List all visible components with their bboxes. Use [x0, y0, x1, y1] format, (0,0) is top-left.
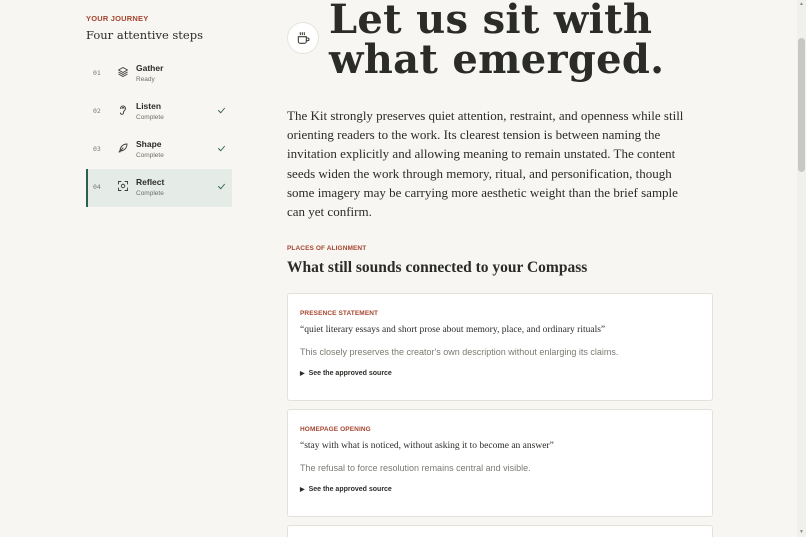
vertical-scrollbar[interactable]: ▲ ▼ — [797, 0, 806, 537]
see-source-label: See the approved source — [308, 370, 392, 377]
step-status: Complete — [136, 114, 164, 121]
card-note: This closely preserves the creator's own… — [300, 347, 619, 357]
step-reflect[interactable]: 04 Reflect Complete — [86, 169, 232, 207]
scroll-down-icon[interactable]: ▼ — [798, 529, 805, 536]
see-source-label: See the approved source — [308, 486, 392, 493]
section-title: What still sounds connected to your Comp… — [287, 259, 588, 276]
page: YOUR JOURNEY Four attentive steps 01 Gat… — [0, 0, 806, 537]
card-quote: “quiet literary essays and short prose a… — [300, 325, 606, 335]
triangle-right-icon: ▶ — [300, 487, 305, 493]
coffee-cup-icon — [287, 22, 319, 54]
step-label: Shape — [136, 139, 162, 149]
alignment-card-homepage: HOMEPAGE OPENING “stay with what is noti… — [287, 409, 713, 517]
layers-icon — [117, 66, 129, 78]
check-icon — [217, 144, 226, 153]
step-label: Reflect — [136, 177, 165, 187]
alignment-card-partial — [287, 525, 713, 537]
card-quote: “stay with what is noticed, without aski… — [300, 441, 554, 451]
step-listen[interactable]: 02 Listen Complete — [86, 93, 232, 131]
step-status: Complete — [136, 152, 164, 159]
sidebar-eyebrow: YOUR JOURNEY — [86, 14, 149, 23]
step-number: 01 — [93, 69, 101, 77]
step-status: Complete — [136, 190, 164, 197]
triangle-right-icon: ▶ — [300, 371, 305, 377]
step-number: 03 — [93, 145, 101, 153]
lead-paragraph: The Kit strongly preserves quiet attenti… — [287, 108, 684, 220]
step-label: Listen — [136, 101, 162, 111]
see-source-toggle[interactable]: ▶ See the approved source — [300, 370, 392, 377]
alignment-card-presence: PRESENCE STATEMENT “quiet literary essay… — [287, 293, 713, 401]
step-shape[interactable]: 03 Shape Complete — [86, 131, 232, 169]
sidebar-title: Four attentive steps — [86, 28, 203, 42]
page-title: Let us sit with what emerged. — [329, 0, 665, 83]
see-source-toggle[interactable]: ▶ See the approved source — [300, 486, 392, 493]
card-eyebrow: HOMEPAGE OPENING — [300, 426, 371, 433]
step-label: Gather — [136, 63, 164, 73]
step-gather[interactable]: 01 Gather Ready — [86, 55, 232, 93]
feather-icon — [117, 142, 129, 154]
card-eyebrow: PRESENCE STATEMENT — [300, 310, 379, 317]
section-eyebrow: PLACES OF ALIGNMENT — [287, 245, 367, 252]
step-number: 04 — [93, 183, 101, 191]
step-status: Ready — [136, 76, 155, 83]
scrollbar-thumb[interactable] — [798, 38, 805, 172]
check-icon — [217, 106, 226, 115]
scroll-up-icon[interactable]: ▲ — [798, 1, 805, 8]
ear-icon — [117, 104, 129, 116]
journey-steps: 01 Gather Ready 02 Listen Complete 03 Sh… — [86, 55, 232, 207]
card-note: The refusal to force resolution remains … — [300, 463, 531, 473]
focus-icon — [117, 180, 129, 192]
step-number: 02 — [93, 107, 101, 115]
check-icon — [217, 182, 226, 191]
